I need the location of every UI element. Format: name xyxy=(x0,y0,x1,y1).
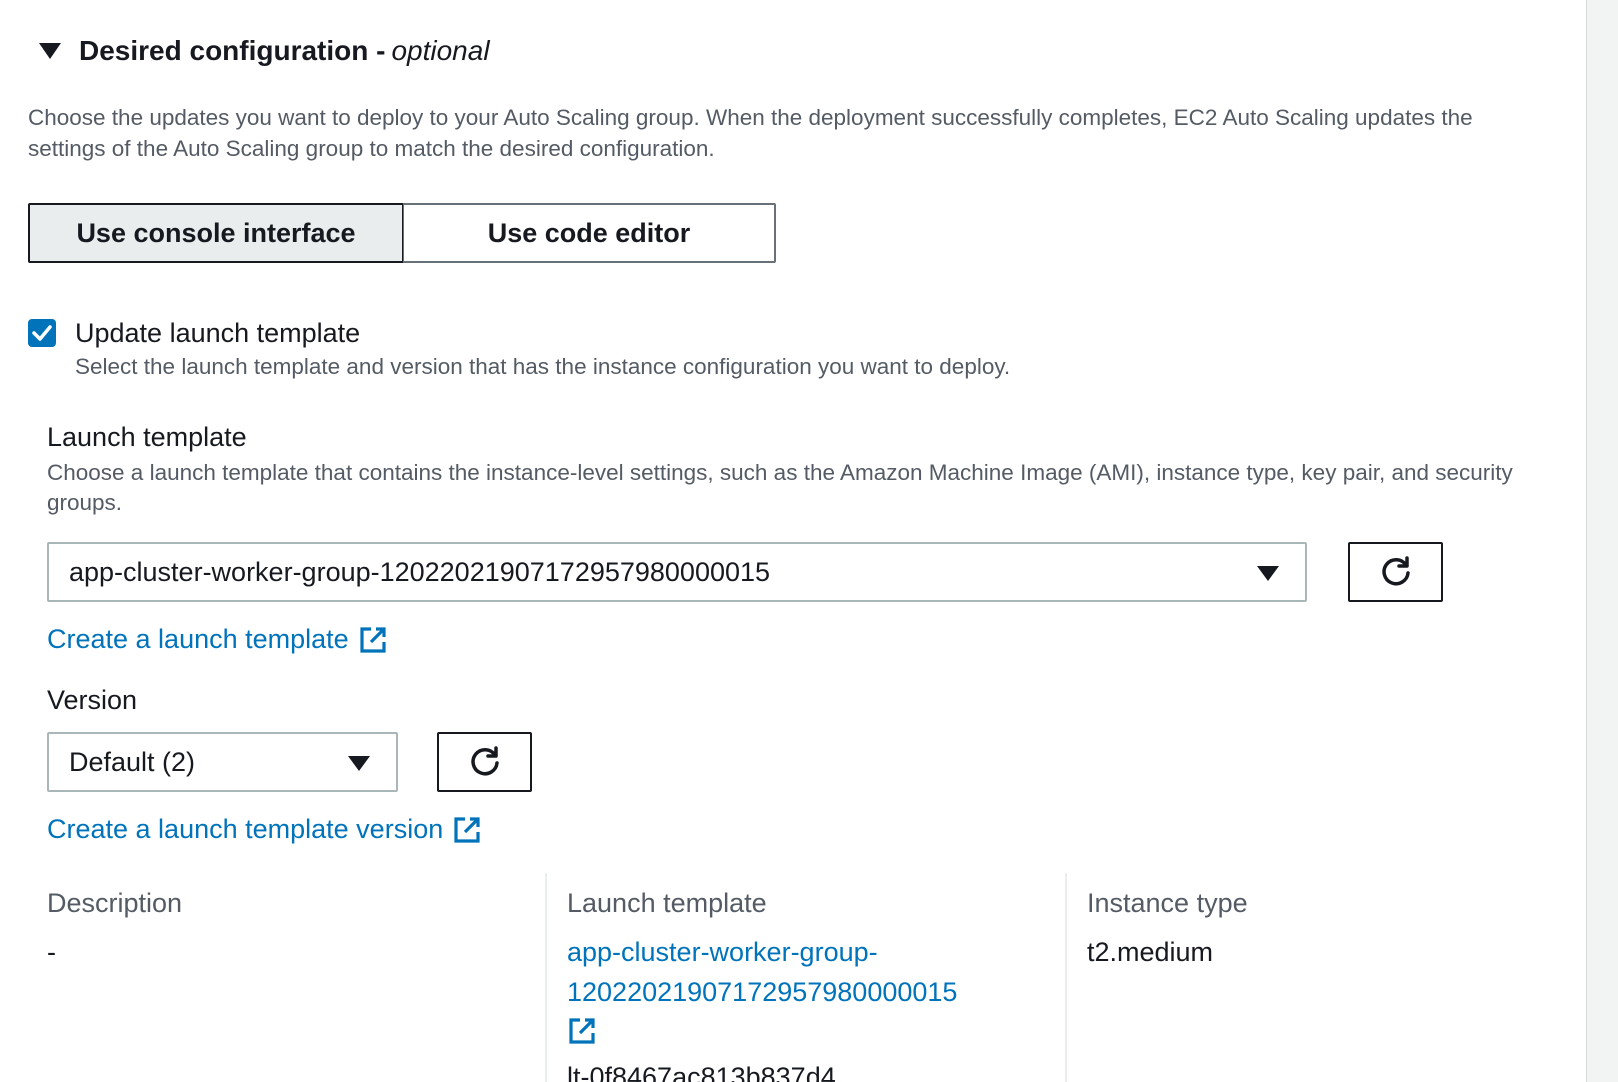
section-title: Desired configuration - xyxy=(79,35,386,66)
use-console-interface-button[interactable]: Use console interface xyxy=(28,203,404,263)
update-launch-template-option: Update launch template Select the launch… xyxy=(28,316,1010,384)
update-launch-template-label: Update launch template xyxy=(75,318,361,348)
section-description: Choose the updates you want to deploy to… xyxy=(28,105,1473,161)
use-code-editor-button[interactable]: Use code editor xyxy=(403,203,776,263)
version-label: Version xyxy=(47,685,138,715)
caret-down-icon xyxy=(1257,566,1279,581)
version-select[interactable]: Default (2) xyxy=(47,732,398,792)
external-link-icon xyxy=(569,1018,595,1044)
instance-type-label: Instance type xyxy=(1087,888,1248,918)
description-label: Description xyxy=(47,888,183,918)
instance-type-column: Instance type t2.medium xyxy=(1087,873,1567,1082)
editor-mode-toggle: Use console interface Use code editor xyxy=(28,203,776,263)
desired-configuration-expander[interactable]: Desired configuration - optional xyxy=(28,30,490,72)
launch-template-id: lt-0f8467ac813b837d4 xyxy=(567,1062,836,1082)
external-link-icon xyxy=(360,626,386,653)
refresh-launch-templates-button[interactable] xyxy=(1348,542,1443,602)
column-divider xyxy=(1065,873,1067,1082)
launch-template-link-line2: 12022021907172957980000015 xyxy=(567,977,958,1007)
launch-template-description: Choose a launch template that contains t… xyxy=(47,460,1513,515)
page: Desired configuration - optional Choose … xyxy=(0,0,1618,1082)
launch-template-detail-link[interactable]: app-cluster-worker-group- 12022021907172… xyxy=(567,932,1057,1057)
create-launch-template-version-link[interactable]: Create a launch template version xyxy=(47,814,482,845)
launch-template-select[interactable]: app-cluster-worker-group-120220219071729… xyxy=(47,542,1307,602)
create-launch-template-version-link-text: Create a launch template version xyxy=(47,814,444,844)
section-optional-label: optional xyxy=(391,35,490,66)
refresh-icon xyxy=(1381,556,1410,586)
create-launch-template-link-text: Create a launch template xyxy=(47,624,349,654)
caret-down-icon xyxy=(348,756,370,771)
caret-down-icon xyxy=(39,43,61,59)
scrollbar-track[interactable] xyxy=(1586,0,1618,1082)
update-launch-template-checkbox[interactable] xyxy=(28,319,56,347)
update-launch-template-description: Select the launch template and version t… xyxy=(75,354,1011,379)
launch-template-select-value: app-cluster-worker-group-120220219071729… xyxy=(69,556,771,587)
create-launch-template-link[interactable]: Create a launch template xyxy=(47,624,388,655)
refresh-versions-button[interactable] xyxy=(437,732,532,792)
version-select-value: Default (2) xyxy=(69,746,196,777)
launch-template-label: Launch template xyxy=(47,422,247,452)
description-column: Description - xyxy=(47,873,527,1082)
external-link-icon xyxy=(454,816,480,843)
column-divider xyxy=(545,873,547,1082)
launch-template-column: Launch template app-cluster-worker-group… xyxy=(567,873,1057,1082)
checkmark-icon xyxy=(32,325,52,341)
launch-template-link-line1: app-cluster-worker-group- xyxy=(567,937,878,967)
description-value: - xyxy=(47,937,56,967)
instance-type-value: t2.medium xyxy=(1087,937,1214,967)
launch-template-detail-label: Launch template xyxy=(567,888,767,918)
refresh-icon xyxy=(470,746,499,776)
